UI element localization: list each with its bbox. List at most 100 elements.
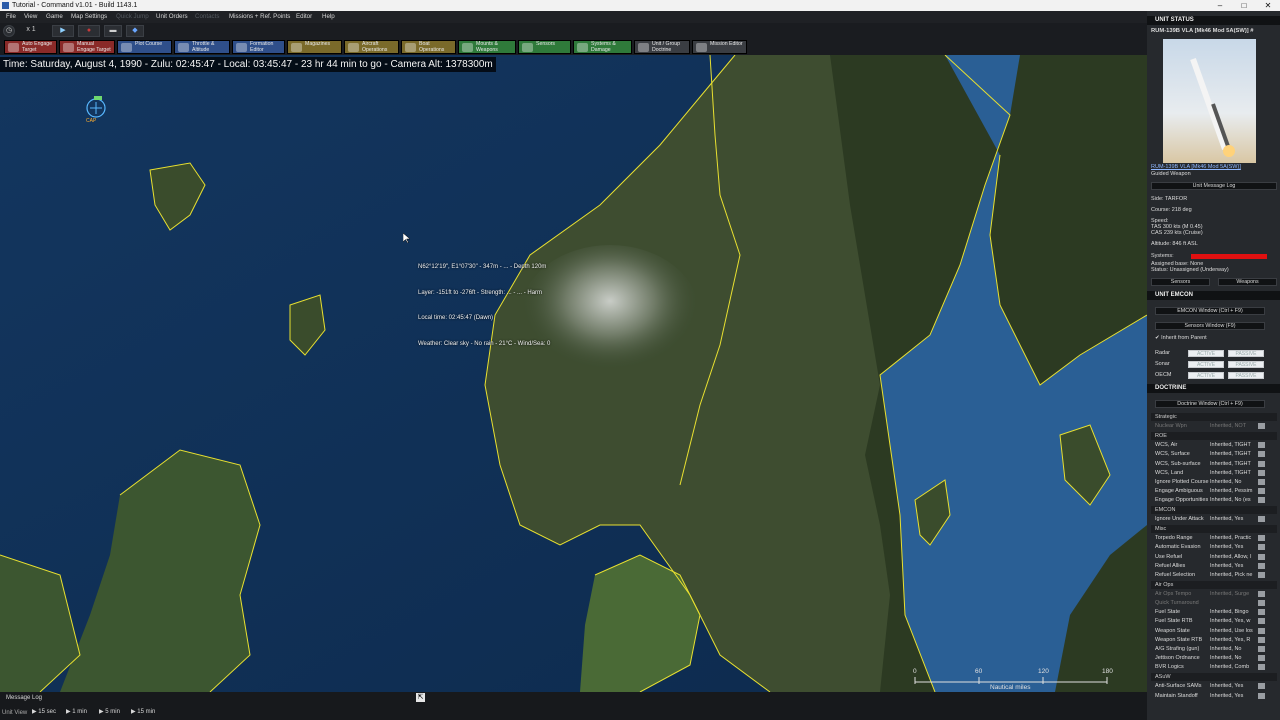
dropdown-arrow-icon[interactable] (1258, 516, 1265, 523)
toolbar-formation-editor-button[interactable]: Formation Editor (232, 40, 285, 54)
doctrine-setting-value[interactable]: Inherited, Bingo (1210, 608, 1257, 616)
camera-icon[interactable]: ◆ (126, 25, 144, 37)
step-5min-button[interactable]: ▶ 5 min (99, 708, 120, 715)
toolbar-auto-engage-target-button[interactable]: Auto Engage Target (4, 40, 57, 54)
doctrine-setting-value[interactable]: Inherited, TIGHT (1210, 450, 1257, 458)
doctrine-setting-value[interactable]: Inherited, Yes, w (1210, 617, 1257, 625)
dropdown-arrow-icon[interactable] (1258, 627, 1265, 634)
dropdown-arrow-icon[interactable] (1258, 488, 1265, 495)
toolbar-boat-operations-button[interactable]: Boat Operations (401, 40, 456, 54)
doctrine-setting-value[interactable]: Inherited, Surge (1210, 590, 1257, 598)
doctrine-setting-value[interactable]: Inherited, Practic (1210, 534, 1257, 542)
doctrine-setting-value[interactable]: Inherited, Yes (1210, 692, 1257, 700)
dropdown-arrow-icon[interactable] (1258, 655, 1265, 662)
doctrine-setting-value[interactable]: Inherited, No (1210, 478, 1257, 486)
dropdown-arrow-icon[interactable] (1258, 600, 1265, 606)
unit-marker[interactable]: CAP (82, 96, 112, 126)
dropdown-arrow-icon[interactable] (1258, 451, 1265, 458)
toolbar-magazines-button[interactable]: Magazines (287, 40, 342, 54)
emcon-passive-button[interactable]: PASSIVE (1228, 361, 1264, 368)
close-button[interactable]: ✕ (1256, 0, 1280, 11)
doctrine-setting-value[interactable]: Inherited, Yes (1210, 543, 1257, 551)
map-canvas[interactable] (0, 55, 1147, 692)
dropdown-arrow-icon[interactable] (1258, 664, 1265, 671)
doctrine-setting-value[interactable]: Inherited, Comb (1210, 663, 1257, 671)
doctrine-setting-value[interactable]: Inherited, No (1210, 645, 1257, 653)
play-button[interactable]: ▶ (52, 25, 74, 37)
emcon-passive-button[interactable]: PASSIVE (1228, 350, 1264, 357)
toolbar-throttle-altitude-button[interactable]: Throttle & Altitude (174, 40, 230, 54)
inherit-from-parent-checkbox[interactable]: ✔ Inherit from Parent (1155, 335, 1207, 341)
map-view[interactable] (0, 55, 1147, 692)
emcon-window-button[interactable]: EMCON Window (Ctrl + F9) (1155, 307, 1265, 315)
step-15min-button[interactable]: ▶ 15 min (131, 708, 155, 715)
dropdown-arrow-icon[interactable] (1258, 544, 1265, 551)
toolbar-aircraft-operations-button[interactable]: Aircraft Operations (344, 40, 399, 54)
doctrine-setting-value[interactable]: Inherited, Yes (1210, 682, 1257, 690)
dropdown-arrow-icon[interactable] (1258, 692, 1265, 699)
toolbar-systems-damage-button[interactable]: Systems & Damage (573, 40, 632, 54)
emcon-active-button[interactable]: ACTIVE (1188, 350, 1224, 357)
weapons-button[interactable]: Weapons (1218, 278, 1277, 286)
minimize-button[interactable]: – (1208, 0, 1232, 11)
maximize-button[interactable]: □ (1232, 0, 1256, 11)
sensors-button[interactable]: Sensors (1151, 278, 1210, 286)
dropdown-arrow-icon[interactable] (1258, 618, 1265, 625)
dropdown-arrow-icon[interactable] (1258, 423, 1265, 430)
unit-message-log-button[interactable]: Unit Message Log (1151, 182, 1277, 190)
doctrine-window-button[interactable]: Doctrine Window (Ctrl + F9) (1155, 400, 1265, 408)
doctrine-setting-value[interactable]: Inherited, TIGHT (1210, 469, 1257, 477)
dropdown-arrow-icon[interactable] (1258, 469, 1265, 476)
doctrine-setting-value[interactable]: Inherited, No (es (1210, 496, 1257, 504)
doctrine-setting-value[interactable]: Inherited, Yes, R (1210, 636, 1257, 644)
toolbar-plot-course-button[interactable]: Plot Course (117, 40, 172, 54)
dropdown-arrow-icon[interactable] (1258, 442, 1265, 449)
dropdown-arrow-icon[interactable] (1258, 609, 1265, 616)
dropdown-arrow-icon[interactable] (1258, 683, 1265, 690)
doctrine-setting-value[interactable]: Inherited, Yes (1210, 562, 1257, 570)
menu-view[interactable]: View (24, 11, 37, 23)
emcon-passive-button[interactable]: PASSIVE (1228, 372, 1264, 379)
toolbar-manual-engage-target-button[interactable]: Manual Engage Target (59, 40, 115, 54)
doctrine-setting-value[interactable]: Inherited, Yes (1210, 515, 1257, 523)
menu-file[interactable]: File (6, 11, 16, 23)
dropdown-arrow-icon[interactable] (1258, 553, 1265, 560)
doctrine-setting-value[interactable]: Inherited, TIGHT (1210, 441, 1257, 449)
menu-map-settings[interactable]: Map Settings (71, 11, 107, 23)
step-1min-button[interactable]: ▶ 1 min (66, 708, 87, 715)
menu-missions-ref-points[interactable]: Missions + Ref. Points (229, 11, 290, 23)
emcon-active-button[interactable]: ACTIVE (1188, 361, 1224, 368)
unit-class-link[interactable]: RUM-139B VLA [Mk46 Mod 5A(SW)] (1151, 164, 1241, 170)
doctrine-setting-value[interactable]: Inherited, NOT (1210, 422, 1257, 430)
dropdown-arrow-icon[interactable] (1258, 590, 1265, 597)
dropdown-arrow-icon[interactable] (1258, 646, 1265, 652)
doctrine-setting-value[interactable]: Inherited, Pessim (1210, 487, 1257, 495)
step-icon[interactable]: ▬ (104, 25, 122, 37)
record-icon[interactable]: ● (78, 25, 100, 37)
doctrine-setting-value[interactable]: Inherited, Pick ne (1210, 571, 1257, 579)
dropdown-arrow-icon[interactable] (1258, 535, 1265, 542)
toolbar-mounts-weapons-button[interactable]: Mounts & Weapons (458, 40, 516, 54)
dropdown-arrow-icon[interactable] (1258, 636, 1265, 643)
toolbar-sensors-button[interactable]: Sensors (518, 40, 571, 54)
doctrine-setting-value[interactable]: Inherited, TIGHT (1210, 460, 1257, 468)
dropdown-arrow-icon[interactable] (1258, 571, 1265, 578)
menu-help[interactable]: Help (322, 11, 335, 23)
sensors-window-button[interactable]: Sensors Window (F9) (1155, 322, 1265, 330)
toolbar-mission-editor-button[interactable]: Mission Editor (692, 40, 747, 54)
menu-game[interactable]: Game (46, 11, 63, 23)
clock-icon[interactable]: ◷ (3, 25, 15, 37)
dropdown-arrow-icon[interactable] (1258, 460, 1265, 467)
expand-log-icon[interactable]: ⇱ (416, 693, 425, 702)
doctrine-setting-value[interactable]: Inherited, No (1210, 654, 1257, 662)
dropdown-arrow-icon[interactable] (1258, 497, 1265, 504)
dropdown-arrow-icon[interactable] (1258, 562, 1265, 569)
doctrine-setting-value[interactable]: Inherited, Allow, I (1210, 553, 1257, 561)
menu-editor[interactable]: Editor (296, 11, 312, 23)
menu-unit-orders[interactable]: Unit Orders (156, 11, 188, 23)
toolbar-unit-group-doctrine-button[interactable]: Unit / Group Doctrine (634, 40, 690, 54)
step-15sec-button[interactable]: ▶ 15 sec (32, 708, 56, 715)
doctrine-setting-value[interactable]: Inherited, Use los (1210, 627, 1257, 635)
emcon-active-button[interactable]: ACTIVE (1188, 372, 1224, 379)
dropdown-arrow-icon[interactable] (1258, 478, 1265, 485)
